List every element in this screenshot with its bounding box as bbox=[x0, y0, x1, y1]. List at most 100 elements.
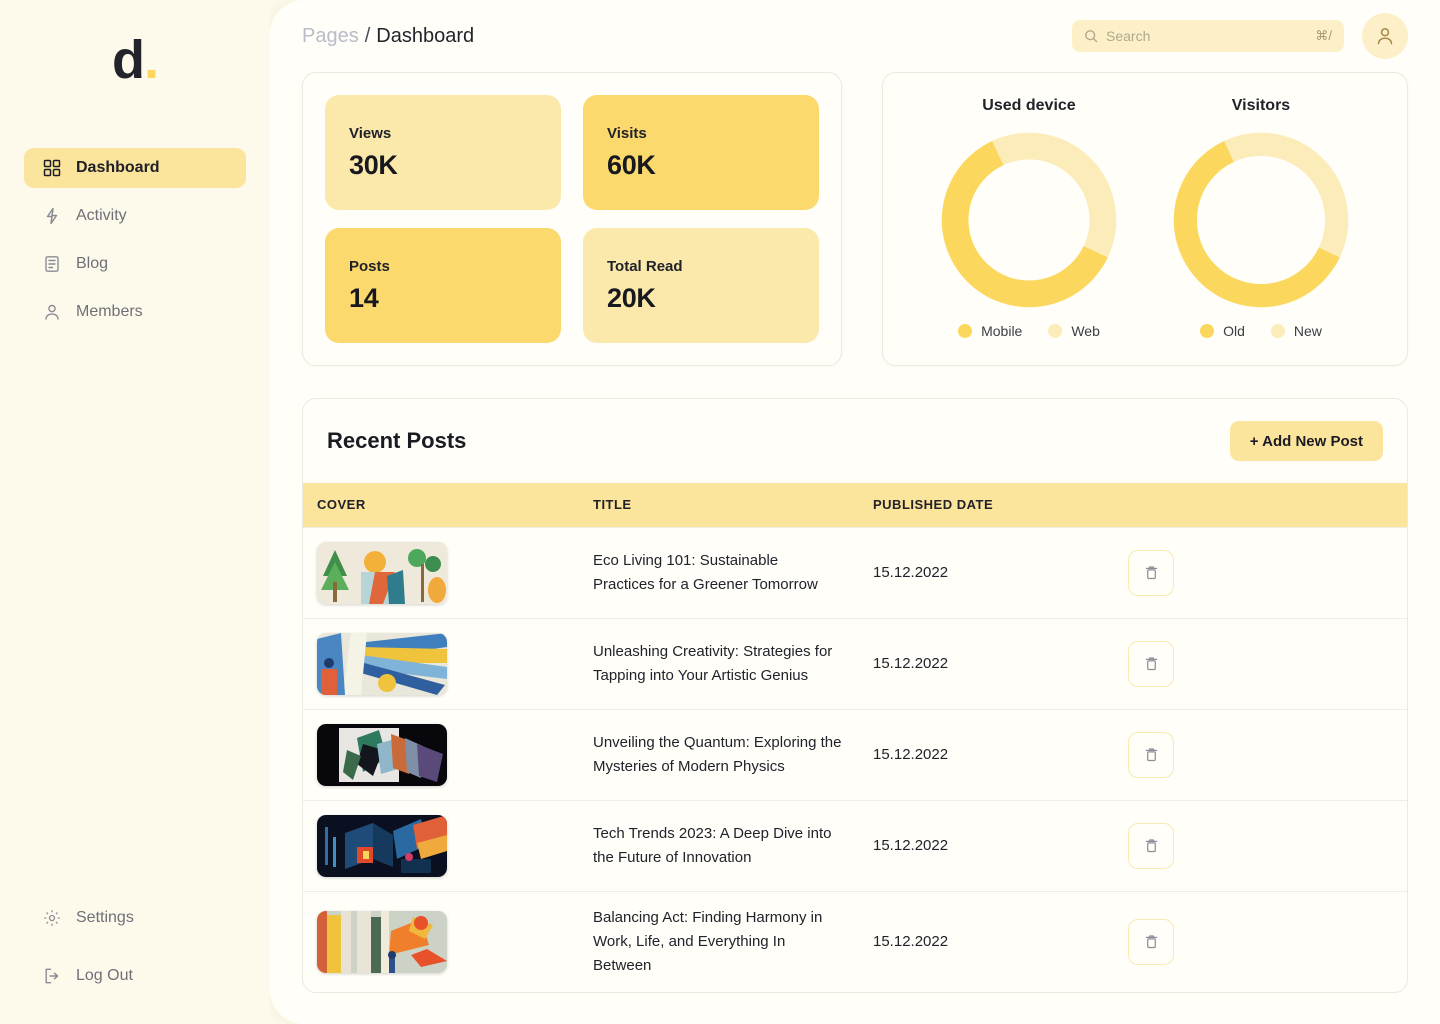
avatar[interactable] bbox=[1362, 13, 1408, 59]
gear-icon bbox=[42, 908, 62, 928]
post-published-date: 15.12.2022 bbox=[873, 655, 949, 672]
sidebar-nav: Dashboard Activity Blog Members bbox=[0, 148, 270, 332]
delete-post-button[interactable] bbox=[1128, 822, 1174, 869]
stat-total-read: Total Read 20K bbox=[583, 228, 819, 343]
post-cover-thumbnail[interactable] bbox=[317, 723, 447, 786]
sidebar-item-label: Settings bbox=[76, 909, 134, 926]
donut-chart bbox=[1173, 132, 1349, 308]
recent-posts-card: Recent Posts + Add New Post COVER TITLE … bbox=[302, 398, 1408, 993]
post-published-date: 15.12.2022 bbox=[873, 933, 949, 950]
sidebar-item-blog[interactable]: Blog bbox=[24, 244, 246, 284]
trash-icon bbox=[1145, 566, 1157, 580]
legend-item: Old bbox=[1200, 323, 1245, 339]
stat-value: 30K bbox=[349, 149, 398, 180]
stat-posts: Posts 14 bbox=[325, 228, 561, 343]
grid-icon bbox=[42, 158, 62, 178]
breadcrumb-parent[interactable]: Pages bbox=[302, 25, 359, 48]
search-box[interactable]: ⌘/ bbox=[1072, 20, 1344, 52]
delete-post-button[interactable] bbox=[1128, 549, 1174, 596]
topbar-actions: ⌘/ bbox=[1072, 13, 1408, 59]
table-row[interactable]: Tech Trends 2023: A Deep Dive into the F… bbox=[303, 800, 1407, 891]
posts-table-body: Eco Living 101: Sustainable Practices fo… bbox=[303, 527, 1407, 992]
add-new-post-button[interactable]: + Add New Post bbox=[1229, 421, 1383, 461]
cell-title: Tech Trends 2023: A Deep Dive into the F… bbox=[593, 800, 873, 891]
post-title[interactable]: Unveiling the Quantum: Exploring the Mys… bbox=[593, 731, 873, 779]
stat-label: Total Read bbox=[607, 257, 683, 275]
breadcrumb: Pages / Dashboard bbox=[302, 25, 474, 48]
chart-used-device: Used device Mobile Web bbox=[913, 97, 1145, 343]
stat-label: Views bbox=[349, 124, 392, 142]
donut-segment-web bbox=[992, 132, 1117, 258]
column-header-title: TITLE bbox=[593, 483, 873, 527]
table-row[interactable]: Unveiling the Quantum: Exploring the Mys… bbox=[303, 709, 1407, 800]
posts-table-head: COVER TITLE PUBLISHED DATE bbox=[303, 483, 1407, 527]
table-row[interactable]: Balancing Act: Finding Harmony in Work, … bbox=[303, 891, 1407, 992]
legend-label: Mobile bbox=[981, 323, 1023, 339]
post-title[interactable]: Unleashing Creativity: Strategies for Ta… bbox=[593, 640, 873, 688]
prism-dark-cover bbox=[317, 723, 447, 786]
post-cover-thumbnail[interactable] bbox=[317, 910, 447, 973]
trash-icon bbox=[1145, 748, 1157, 762]
cell-title: Unleashing Creativity: Strategies for Ta… bbox=[593, 618, 873, 709]
search-input[interactable] bbox=[1106, 28, 1308, 44]
sidebar: d. Dashboard Activity Blog Members Setti… bbox=[0, 0, 270, 1024]
breadcrumb-separator: / bbox=[364, 24, 371, 47]
delete-post-button[interactable] bbox=[1128, 918, 1174, 965]
post-published-date: 15.12.2022 bbox=[873, 746, 949, 763]
legend-item: Mobile bbox=[958, 323, 1022, 339]
search-icon bbox=[1084, 29, 1098, 43]
legend-label: Web bbox=[1071, 323, 1100, 339]
overview-row: Views 30K Visits 60K Posts 14 Total Read… bbox=[302, 72, 1408, 366]
balance-figures-cover bbox=[317, 910, 447, 973]
stats-card: Views 30K Visits 60K Posts 14 Total Read… bbox=[302, 72, 842, 366]
table-row[interactable]: Eco Living 101: Sustainable Practices fo… bbox=[303, 527, 1407, 618]
bolt-icon bbox=[42, 206, 62, 226]
logo-letter: d bbox=[111, 30, 145, 90]
cell-date: 15.12.2022 bbox=[873, 800, 1093, 891]
post-title[interactable]: Balancing Act: Finding Harmony in Work, … bbox=[593, 906, 873, 978]
post-cover-thumbnail[interactable] bbox=[317, 632, 447, 695]
sidebar-item-logout[interactable]: Log Out bbox=[24, 956, 246, 996]
legend-swatch bbox=[1200, 324, 1215, 338]
post-title[interactable]: Eco Living 101: Sustainable Practices fo… bbox=[593, 549, 873, 597]
stat-value: 20K bbox=[607, 282, 656, 313]
legend-swatch bbox=[958, 324, 973, 338]
chart-title: Used device bbox=[982, 97, 1076, 114]
cell-actions bbox=[1093, 709, 1407, 800]
sidebar-item-label: Dashboard bbox=[76, 159, 160, 176]
breadcrumb-current: Dashboard bbox=[376, 24, 475, 47]
topbar: Pages / Dashboard ⌘/ bbox=[302, 0, 1408, 72]
recent-posts-header: Recent Posts + Add New Post bbox=[303, 399, 1407, 483]
logo[interactable]: d. bbox=[0, 0, 270, 120]
legend-swatch bbox=[1048, 324, 1063, 338]
posts-table: COVER TITLE PUBLISHED DATE Eco Living 10… bbox=[303, 483, 1407, 992]
logout-icon bbox=[42, 966, 62, 986]
cell-date: 15.12.2022 bbox=[873, 527, 1093, 618]
sidebar-item-members[interactable]: Members bbox=[24, 292, 246, 332]
abstract-trees-cover bbox=[317, 541, 447, 604]
sidebar-item-settings[interactable]: Settings bbox=[24, 898, 246, 938]
delete-post-button[interactable] bbox=[1128, 731, 1174, 778]
stat-value: 60K bbox=[607, 149, 656, 180]
stat-label: Visits bbox=[607, 124, 647, 142]
legend-label: New bbox=[1293, 323, 1322, 339]
delete-post-button[interactable] bbox=[1128, 640, 1174, 687]
post-title[interactable]: Tech Trends 2023: A Deep Dive into the F… bbox=[593, 822, 873, 870]
trash-icon bbox=[1145, 657, 1157, 671]
cell-title: Eco Living 101: Sustainable Practices fo… bbox=[593, 527, 873, 618]
dashboard-app: d. Dashboard Activity Blog Members Setti… bbox=[0, 0, 1440, 1024]
sidebar-item-activity[interactable]: Activity bbox=[24, 196, 246, 236]
cell-title: Balancing Act: Finding Harmony in Work, … bbox=[593, 891, 873, 992]
table-row[interactable]: Unleashing Creativity: Strategies for Ta… bbox=[303, 618, 1407, 709]
donut-segment-new bbox=[1224, 132, 1349, 258]
column-header-actions bbox=[1093, 483, 1407, 527]
cell-cover bbox=[303, 527, 593, 618]
sidebar-item-dashboard[interactable]: Dashboard bbox=[24, 148, 246, 188]
post-cover-thumbnail[interactable] bbox=[317, 541, 447, 604]
cell-title: Unveiling the Quantum: Exploring the Mys… bbox=[593, 709, 873, 800]
cell-actions bbox=[1093, 891, 1407, 992]
trash-icon bbox=[1145, 839, 1157, 853]
post-cover-thumbnail[interactable] bbox=[317, 814, 447, 877]
abstract-rays-cover bbox=[317, 632, 447, 695]
post-published-date: 15.12.2022 bbox=[873, 837, 949, 854]
